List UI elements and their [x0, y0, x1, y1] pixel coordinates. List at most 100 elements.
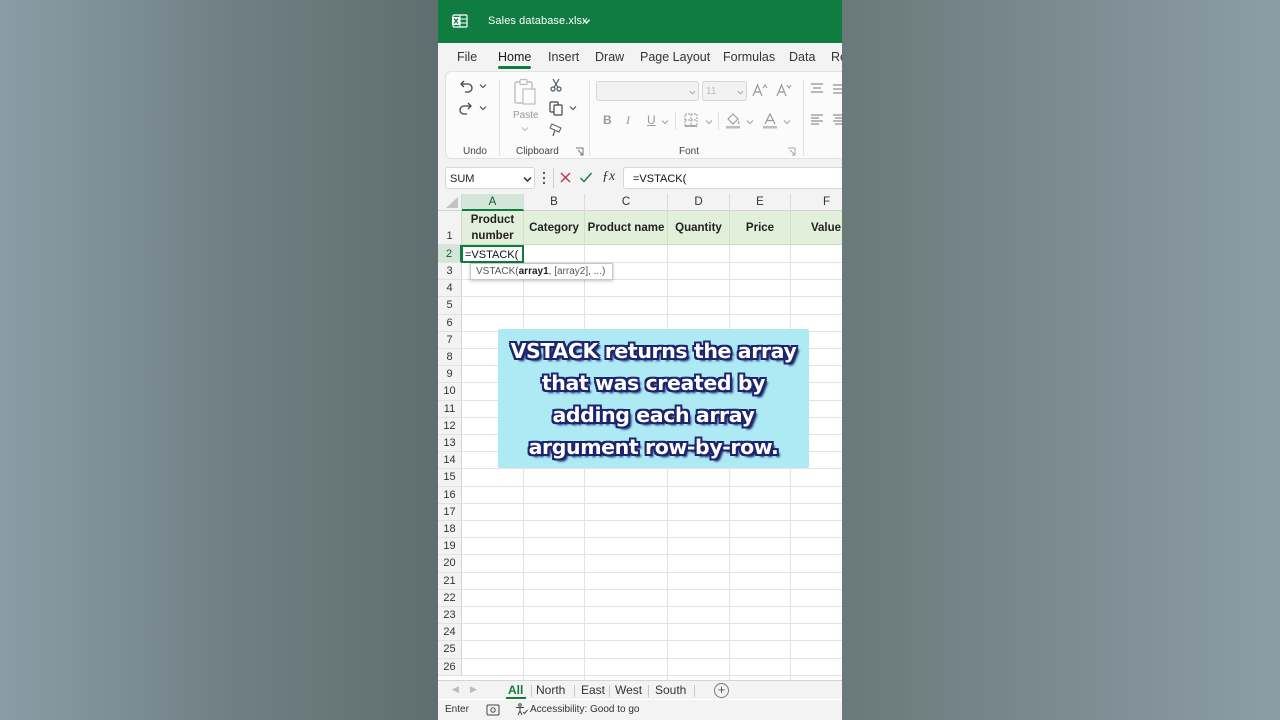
row-header-16[interactable]: 16	[438, 486, 462, 504]
header-product-number[interactable]: Product number	[462, 211, 524, 245]
document-title[interactable]: Sales database.xlsx	[488, 15, 588, 27]
fill-color-icon[interactable]	[725, 112, 741, 129]
row-header-24[interactable]: 24	[438, 624, 462, 642]
cancel-icon[interactable]	[559, 171, 572, 184]
row-header-26[interactable]: 26	[438, 658, 462, 676]
dialog-launcher-icon[interactable]	[787, 147, 796, 156]
macro-recording-icon[interactable]	[486, 704, 500, 716]
chevron-down-icon[interactable]	[569, 104, 577, 112]
header-price[interactable]: Price	[730, 211, 791, 245]
underline-button[interactable]: U	[647, 113, 656, 127]
chevron-down-icon[interactable]	[783, 118, 791, 126]
font-size-dropdown[interactable]: 11	[702, 81, 747, 101]
row-header-2[interactable]: 2	[438, 245, 462, 263]
header-quantity[interactable]: Quantity	[668, 211, 730, 245]
italic-button[interactable]: I	[626, 113, 630, 128]
align-middle-icon[interactable]	[832, 83, 842, 95]
align-center-icon[interactable]	[832, 114, 842, 126]
row-header-19[interactable]: 19	[438, 538, 462, 556]
insert-function-icon[interactable]: ƒx	[602, 169, 615, 185]
row-header-4[interactable]: 4	[438, 280, 462, 298]
row-header-20[interactable]: 20	[438, 555, 462, 573]
tab-file[interactable]: File	[457, 50, 477, 64]
chevron-down-icon[interactable]	[705, 118, 713, 126]
redo-icon[interactable]	[458, 100, 474, 116]
row-header-14[interactable]: 14	[438, 452, 462, 470]
sheet-tab-east[interactable]: East	[581, 683, 605, 697]
row-header-6[interactable]: 6	[438, 314, 462, 332]
row-header-15[interactable]: 15	[438, 469, 462, 487]
align-top-icon[interactable]	[810, 83, 824, 95]
column-header-e[interactable]: E	[730, 194, 791, 211]
row-header-21[interactable]: 21	[438, 572, 462, 590]
row-header-3[interactable]: 3	[438, 263, 462, 281]
tab-page-layout[interactable]: Page Layout	[640, 50, 710, 64]
paste-icon[interactable]	[512, 78, 538, 106]
worksheet-grid[interactable]: A B C D E F Product number Category Prod…	[438, 194, 842, 680]
header-value[interactable]: Value	[791, 211, 842, 245]
column-header-b[interactable]: B	[524, 194, 585, 211]
row-header-18[interactable]: 18	[438, 521, 462, 539]
column-header-a[interactable]: A	[462, 194, 524, 211]
row-header-12[interactable]: 12	[438, 417, 462, 435]
name-box[interactable]: SUM	[445, 167, 535, 189]
chevron-down-icon[interactable]	[523, 175, 532, 184]
tab-review[interactable]: Re	[831, 50, 842, 64]
align-left-icon[interactable]	[810, 114, 824, 126]
more-options-icon[interactable]	[542, 171, 546, 185]
row-header-10[interactable]: 10	[438, 383, 462, 401]
tab-insert[interactable]: Insert	[548, 50, 579, 64]
formula-input[interactable]: =VSTACK(	[623, 167, 842, 189]
format-painter-icon[interactable]	[549, 123, 563, 137]
row-header-8[interactable]: 8	[438, 349, 462, 367]
function-signature-tooltip[interactable]: VSTACK(array1, [array2], ...)	[470, 263, 613, 280]
paste-label[interactable]: Paste	[513, 110, 539, 121]
column-header-f[interactable]: F	[791, 194, 842, 211]
row-header-23[interactable]: 23	[438, 607, 462, 625]
accessibility-status[interactable]: Accessibility: Good to go	[530, 704, 640, 715]
copy-icon[interactable]	[548, 100, 564, 116]
accessibility-icon[interactable]	[515, 703, 528, 716]
tab-home[interactable]: Home	[498, 50, 531, 64]
chevron-down-icon[interactable]	[479, 104, 487, 112]
sheet-next-icon[interactable]: ▶	[470, 684, 477, 695]
font-color-icon[interactable]	[762, 112, 778, 129]
row-header-25[interactable]: 25	[438, 641, 462, 659]
font-name-dropdown[interactable]	[596, 81, 699, 101]
sheet-tab-north[interactable]: North	[536, 683, 565, 697]
header-category[interactable]: Category	[524, 211, 585, 245]
increase-font-size-icon[interactable]	[752, 83, 768, 97]
column-header-c[interactable]: C	[585, 194, 668, 211]
bold-button[interactable]: B	[603, 113, 612, 127]
header-product-name[interactable]: Product name	[585, 211, 668, 245]
row-header-1[interactable]: 1	[438, 211, 462, 245]
add-sheet-icon[interactable]: +	[714, 683, 729, 698]
sheet-tab-south[interactable]: South	[655, 683, 686, 697]
row-header-11[interactable]: 11	[438, 400, 462, 418]
sheet-tab-west[interactable]: West	[615, 683, 642, 697]
tab-formulas[interactable]: Formulas	[723, 50, 775, 64]
borders-icon[interactable]	[684, 113, 698, 127]
column-header-d[interactable]: D	[668, 194, 730, 211]
row-header-7[interactable]: 7	[438, 331, 462, 349]
tab-data[interactable]: Data	[789, 50, 815, 64]
select-all-corner[interactable]	[438, 194, 462, 211]
row-header-9[interactable]: 9	[438, 366, 462, 384]
chevron-down-icon[interactable]	[746, 118, 754, 126]
active-cell-a2[interactable]: =VSTACK(	[461, 245, 524, 263]
chevron-down-icon[interactable]	[479, 82, 487, 90]
sheet-tab-all[interactable]: All	[508, 683, 523, 697]
row-header-17[interactable]: 17	[438, 503, 462, 521]
tab-draw[interactable]: Draw	[595, 50, 624, 64]
enter-check-icon[interactable]	[579, 171, 593, 184]
chevron-down-icon[interactable]	[582, 17, 591, 26]
cut-icon[interactable]	[549, 78, 563, 92]
undo-icon[interactable]	[458, 78, 474, 94]
row-header-22[interactable]: 22	[438, 589, 462, 607]
sheet-prev-icon[interactable]: ◀	[452, 684, 459, 695]
chevron-down-icon[interactable]	[661, 118, 669, 126]
row-header-13[interactable]: 13	[438, 435, 462, 453]
decrease-font-size-icon[interactable]	[776, 83, 792, 97]
row-header-5[interactable]: 5	[438, 297, 462, 315]
dialog-launcher-icon[interactable]	[575, 147, 584, 156]
